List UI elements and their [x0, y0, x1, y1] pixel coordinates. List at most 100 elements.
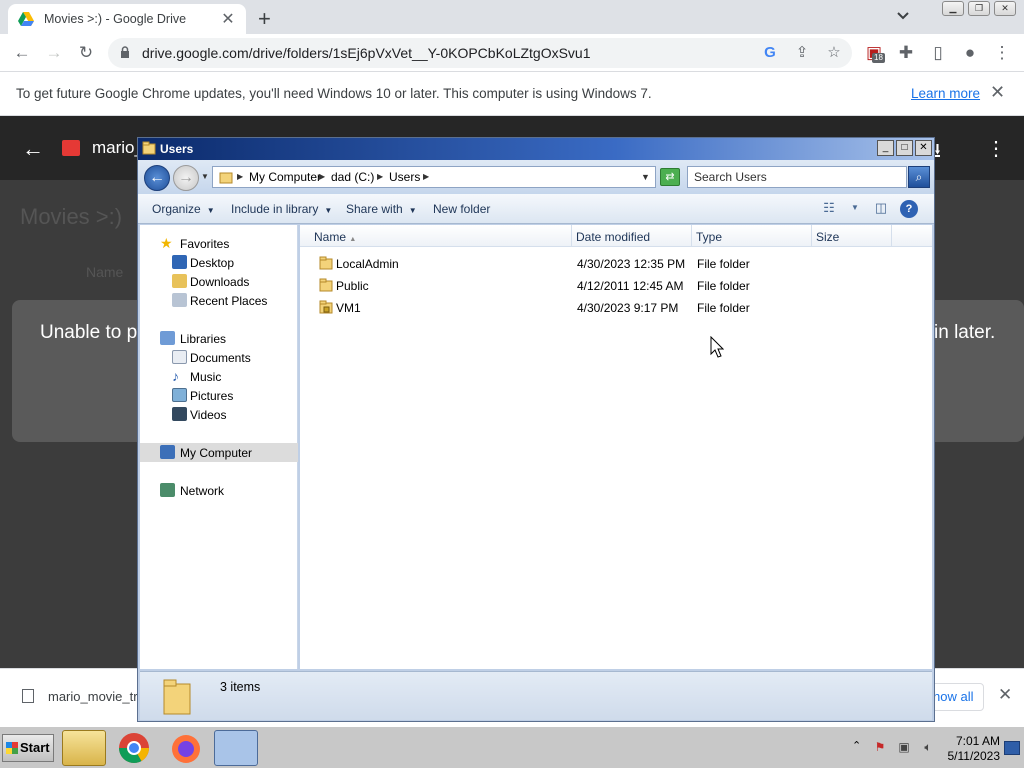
- more-options-icon[interactable]: ⋮: [986, 136, 1006, 161]
- network-tray-icon[interactable]: ▣: [896, 740, 912, 754]
- extensions-puzzle-icon[interactable]: ✚: [896, 43, 916, 63]
- explorer-close-button[interactable]: ✕: [915, 140, 932, 156]
- chevron-right-icon[interactable]: ▶: [237, 172, 243, 181]
- extension-icon[interactable]: ▣ 18: [864, 43, 885, 63]
- chevron-right-icon[interactable]: ▶: [319, 172, 325, 181]
- google-drive-icon: [18, 12, 34, 26]
- tab-search-icon[interactable]: [896, 8, 910, 22]
- share-with-menu[interactable]: Share with ▼: [346, 202, 417, 216]
- sidebar-item-desktop[interactable]: Desktop: [140, 253, 298, 272]
- preview-error-text: Unable to p: [40, 322, 138, 343]
- show-hidden-icons-icon[interactable]: ⌃: [852, 739, 861, 752]
- sidebar-label: Favorites: [180, 237, 230, 251]
- network-icon: [160, 483, 175, 497]
- close-window-button[interactable]: ✕: [994, 1, 1016, 16]
- firefox-taskbar-icon[interactable]: [166, 730, 210, 766]
- browser-tab[interactable]: Movies >:) - Google Drive ✕: [8, 4, 246, 34]
- explorer-address-bar[interactable]: ▶ My Computer ▶ dad (C:) ▶ Users ▶ ▼: [212, 166, 656, 188]
- minimize-window-button[interactable]: ▁: [942, 1, 964, 16]
- action-center-icon[interactable]: ⚑: [872, 740, 888, 754]
- side-panel-icon[interactable]: ▯: [928, 43, 948, 63]
- google-lens-icon[interactable]: G: [760, 43, 780, 63]
- volume-icon[interactable]: 🔈︎: [920, 740, 936, 754]
- download-icon[interactable]: ⭳: [934, 136, 941, 170]
- url-text: drive.google.com/drive/folders/1sEj6pVxV…: [142, 45, 591, 61]
- breadcrumb-drive[interactable]: dad (C:): [331, 170, 374, 184]
- remote-desktop-taskbar-icon[interactable]: [214, 730, 258, 766]
- chevron-right-icon[interactable]: ▶: [423, 172, 429, 181]
- sidebar-item-network[interactable]: Network: [140, 481, 298, 500]
- drive-back-icon[interactable]: ←: [22, 136, 44, 162]
- sidebar-item-recent-places[interactable]: Recent Places: [140, 291, 298, 310]
- share-icon[interactable]: ⇪: [792, 43, 812, 63]
- include-in-library-menu[interactable]: Include in library ▼: [231, 202, 332, 216]
- table-row[interactable]: LocalAdmin 4/30/2023 12:35 PM File folde…: [300, 253, 932, 275]
- column-header-size[interactable]: Size: [812, 225, 892, 247]
- sidebar-item-my-computer[interactable]: My Computer: [140, 443, 298, 462]
- system-clock[interactable]: 7:01 AM 5/11/2023: [940, 734, 1001, 764]
- recent-pages-dropdown-icon[interactable]: ▼: [201, 172, 209, 181]
- back-icon[interactable]: ←: [12, 43, 32, 63]
- tab-close-icon[interactable]: ✕: [220, 9, 236, 29]
- preview-pane-icon[interactable]: ◫: [872, 200, 890, 216]
- help-icon[interactable]: ?: [900, 200, 918, 218]
- sidebar-label: Desktop: [190, 256, 235, 270]
- reload-icon[interactable]: ↻: [76, 43, 96, 63]
- explorer-title-bar[interactable]: Users _ □ ✕: [138, 138, 934, 160]
- chrome-taskbar-icon[interactable]: [116, 730, 160, 766]
- pictures-icon: [172, 388, 187, 402]
- table-row[interactable]: Public 4/12/2011 12:45 AM File folder: [300, 275, 932, 297]
- libraries-icon: [160, 331, 175, 345]
- sidebar-item-documents[interactable]: Documents: [140, 348, 298, 367]
- sidebar-item-favorites[interactable]: ★ Favorites: [140, 234, 298, 253]
- download-file-icon: [22, 689, 34, 703]
- column-header-type[interactable]: Type: [692, 225, 812, 247]
- folder-icon: [163, 679, 191, 715]
- explorer-minimize-button[interactable]: _: [877, 140, 894, 156]
- restore-window-button[interactable]: ❐: [968, 1, 990, 16]
- explorer-maximize-button[interactable]: □: [896, 140, 913, 156]
- column-header-name[interactable]: Name ▲: [310, 225, 572, 247]
- download-file-name[interactable]: mario_movie_tr: [48, 689, 138, 704]
- address-dropdown-icon[interactable]: ▼: [641, 172, 650, 182]
- chevron-right-icon[interactable]: ▶: [377, 172, 383, 181]
- sidebar-item-libraries[interactable]: Libraries: [140, 329, 298, 348]
- organize-menu[interactable]: Organize ▼: [152, 202, 215, 216]
- view-options-icon[interactable]: ☷: [820, 200, 838, 216]
- start-button[interactable]: Start: [2, 734, 54, 762]
- file-date: 4/30/2023 9:17 PM: [577, 301, 679, 315]
- preview-error-text-end: in later.: [934, 322, 996, 343]
- sidebar-item-downloads[interactable]: Downloads: [140, 272, 298, 291]
- chrome-menu-icon[interactable]: ⋮: [992, 43, 1012, 63]
- search-icon[interactable]: ⌕: [908, 166, 930, 188]
- explorer-back-button[interactable]: ←: [144, 165, 170, 191]
- column-header-date[interactable]: Date modified: [572, 225, 692, 247]
- sidebar-item-music[interactable]: ♪ Music: [140, 367, 298, 386]
- breadcrumb-my-computer[interactable]: My Computer: [249, 170, 321, 184]
- learn-more-link[interactable]: Learn more: [911, 86, 980, 101]
- clock-date: 5/11/2023: [947, 749, 1001, 763]
- share-with-label: Share with: [346, 202, 403, 216]
- show-all-downloads-button[interactable]: how all: [928, 683, 984, 711]
- new-tab-button[interactable]: +: [258, 6, 271, 32]
- address-bar[interactable]: drive.google.com/drive/folders/1sEj6pVxV…: [108, 38, 852, 68]
- chevron-down-icon[interactable]: ▼: [846, 200, 864, 216]
- sidebar-item-videos[interactable]: Videos: [140, 405, 298, 424]
- refresh-icon[interactable]: ⇄: [660, 168, 680, 186]
- explorer-title: Users: [160, 142, 194, 156]
- forward-icon[interactable]: →: [44, 43, 64, 63]
- sidebar-item-pictures[interactable]: Pictures: [140, 386, 298, 405]
- shelf-close-icon[interactable]: ✕: [998, 685, 1012, 705]
- show-desktop-button[interactable]: [1004, 741, 1020, 755]
- explorer-forward-button[interactable]: →: [173, 165, 199, 191]
- profile-avatar-icon[interactable]: ●: [960, 43, 980, 63]
- new-folder-button[interactable]: New folder: [433, 202, 490, 216]
- table-row[interactable]: VM1 4/30/2023 9:17 PM File folder: [300, 297, 932, 319]
- sidebar-label: Videos: [190, 408, 227, 422]
- infobar-close-icon[interactable]: ✕: [990, 82, 1005, 103]
- breadcrumb-users[interactable]: Users: [389, 170, 420, 184]
- explorer-search-input[interactable]: Search Users: [687, 166, 907, 188]
- bookmark-star-icon[interactable]: ☆: [824, 43, 844, 63]
- explorer-taskbar-icon[interactable]: [62, 730, 106, 766]
- videos-icon: [172, 407, 187, 421]
